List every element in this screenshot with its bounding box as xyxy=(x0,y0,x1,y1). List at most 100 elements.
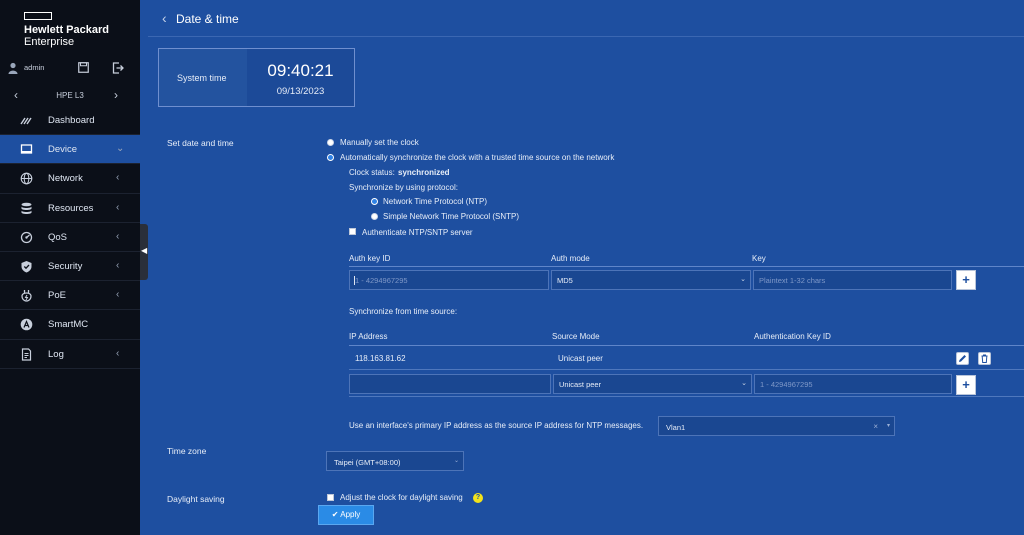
log-icon xyxy=(21,347,32,361)
auth-mode-value: MD5 xyxy=(557,276,573,285)
sidebar-collapse-toggle[interactable]: ◀ xyxy=(140,224,148,280)
user-icon xyxy=(8,62,18,74)
sntp-label: Simple Network Time Protocol (SNTP) xyxy=(383,212,520,221)
sidebar-item-label: QoS xyxy=(48,231,68,243)
set-date-time-label: Set date and time xyxy=(167,138,234,148)
sidebar-item-poe[interactable]: PoE ‹ xyxy=(0,281,140,311)
sources-header-divider xyxy=(349,345,1024,346)
pencil-icon xyxy=(959,355,966,362)
row-divider xyxy=(349,396,1024,397)
sync-protocol-label: Synchronize by using protocol: xyxy=(349,183,458,192)
brand-name-line1: Hewlett Packard xyxy=(24,24,109,36)
time-zone-select[interactable]: Taipei (GMT+08:00) ⌄ xyxy=(326,451,464,471)
sidebar-item-label: Security xyxy=(48,260,83,272)
chevron-left-icon: ‹ xyxy=(116,230,120,242)
add-auth-key-button[interactable]: + xyxy=(956,270,976,290)
new-source-mode-select[interactable]: Unicast peer ⌄ xyxy=(553,374,752,394)
apply-button-label: Apply xyxy=(340,510,361,519)
system-time-card: System time 09:40:21 09/13/2023 xyxy=(158,48,355,107)
chevron-left-icon: ‹ xyxy=(116,201,120,213)
interface-select[interactable]: Vlan1 × ▾ xyxy=(658,416,895,436)
system-time-label: System time xyxy=(177,73,227,83)
help-icon[interactable]: ? xyxy=(473,493,483,503)
chevron-down-icon: ⌄ xyxy=(741,380,747,387)
sidebar-item-label: SmartMC xyxy=(48,319,89,331)
new-source-ip-input[interactable] xyxy=(349,374,551,394)
new-auth-key-id-input[interactable]: 1 - 4294967295 xyxy=(754,374,952,394)
source-mode-header: Source Mode xyxy=(552,332,600,341)
check-icon: ✔ xyxy=(331,510,339,519)
sidebar-item-resources[interactable]: Resources ‹ xyxy=(0,194,140,223)
authenticate-checkbox[interactable] xyxy=(349,228,356,235)
sidebar-item-dashboard[interactable]: Dashboard xyxy=(0,106,140,136)
sidebar-item-label: Dashboard xyxy=(48,115,95,126)
delete-button[interactable] xyxy=(978,352,991,365)
back-icon[interactable]: ‹ xyxy=(162,10,167,26)
smartmc-icon xyxy=(20,319,33,331)
chevron-down-icon: ⌄ xyxy=(116,143,125,155)
auth-header-divider xyxy=(349,266,1024,267)
auth-key-id-input[interactable]: 1 - 4294967295 xyxy=(349,270,549,290)
interface-value: Vlan1 xyxy=(666,423,686,432)
add-source-button[interactable]: + xyxy=(956,375,976,395)
clock-status-label: Clock status: xyxy=(349,168,395,177)
plus-icon: + xyxy=(962,377,970,392)
save-icon[interactable] xyxy=(78,62,89,73)
clock-status-value: synchronized xyxy=(398,168,450,177)
daylight-saving-label: Daylight saving xyxy=(167,494,225,504)
sntp-radio[interactable] xyxy=(371,213,378,220)
interface-source-label: Use an interface's primary IP address as… xyxy=(349,421,644,430)
sidebar-item-smartmc[interactable]: SmartMC xyxy=(0,310,140,340)
chevron-down-icon: ⌄ xyxy=(453,458,459,464)
auto-sync-radio[interactable] xyxy=(327,154,334,161)
sidebar-item-label: Network xyxy=(48,173,83,185)
logout-icon[interactable] xyxy=(112,62,124,74)
manual-clock-radio[interactable] xyxy=(327,139,334,146)
sidebar-item-log[interactable]: Log ‹ xyxy=(0,340,140,369)
sidebar-item-device[interactable]: Device ⌄ xyxy=(0,135,140,165)
time-zone-label: Time zone xyxy=(167,446,207,456)
sidebar-item-label: Resources xyxy=(48,202,94,214)
daylight-saving-checkbox[interactable] xyxy=(327,494,334,501)
sidebar-item-qos[interactable]: QoS ‹ xyxy=(0,223,140,252)
edit-button[interactable] xyxy=(956,352,969,365)
sidebar-item-network[interactable]: Network ‹ xyxy=(0,164,140,194)
apply-button[interactable]: ✔ Apply xyxy=(318,505,374,525)
device-name: HPE L3 xyxy=(56,91,84,100)
key-placeholder: Plaintext 1-32 chars xyxy=(759,276,826,285)
sync-source-label: Synchronize from time source: xyxy=(349,307,458,316)
username[interactable]: admin xyxy=(24,63,44,72)
source-mode: Unicast peer xyxy=(558,354,603,363)
sidebar-item-label: Log xyxy=(48,348,64,360)
sidebar: Hewlett Packard Enterprise admin ‹ HPE L… xyxy=(0,0,140,535)
authenticate-label: Authenticate NTP/SNTP server xyxy=(362,228,473,237)
sidebar-item-security[interactable]: Security ‹ xyxy=(0,252,140,282)
key-header: Key xyxy=(752,254,766,263)
clear-icon[interactable]: × xyxy=(873,422,878,431)
chevron-left-icon: ‹ xyxy=(116,259,120,271)
auth-mode-header: Auth mode xyxy=(551,254,590,263)
time-zone-value: Taipei (GMT+08:00) xyxy=(334,458,401,467)
sidebar-nav: Dashboard Device ⌄ Network ‹ Resources ‹… xyxy=(0,106,140,369)
auto-sync-label: Automatically synchronize the clock with… xyxy=(340,153,615,162)
chevron-left-icon: ‹ xyxy=(116,289,120,301)
database-icon xyxy=(21,202,32,214)
sidebar-item-label: Device xyxy=(48,144,78,156)
trash-icon xyxy=(981,354,988,363)
auth-key-id-placeholder: 1 - 4294967295 xyxy=(355,276,408,285)
ntp-radio[interactable] xyxy=(371,198,378,205)
user-row: admin xyxy=(0,60,140,76)
ntp-label: Network Time Protocol (NTP) xyxy=(383,197,488,206)
next-device-icon[interactable]: › xyxy=(114,88,118,102)
chevron-left-icon: ‹ xyxy=(116,172,120,184)
ip-address-header: IP Address xyxy=(349,332,388,341)
row-divider xyxy=(349,369,1024,370)
new-auth-key-id-placeholder: 1 - 4294967295 xyxy=(760,380,813,389)
page-title: Date & time xyxy=(176,12,239,26)
source-ip: 118.163.81.62 xyxy=(355,354,406,363)
dashboard-icon xyxy=(20,117,32,125)
auth-mode-select[interactable]: MD5 ⌄ xyxy=(551,270,751,290)
system-date: 09/13/2023 xyxy=(276,86,325,97)
key-input[interactable]: Plaintext 1-32 chars xyxy=(753,270,952,290)
chevron-left-icon: ‹ xyxy=(116,347,120,359)
